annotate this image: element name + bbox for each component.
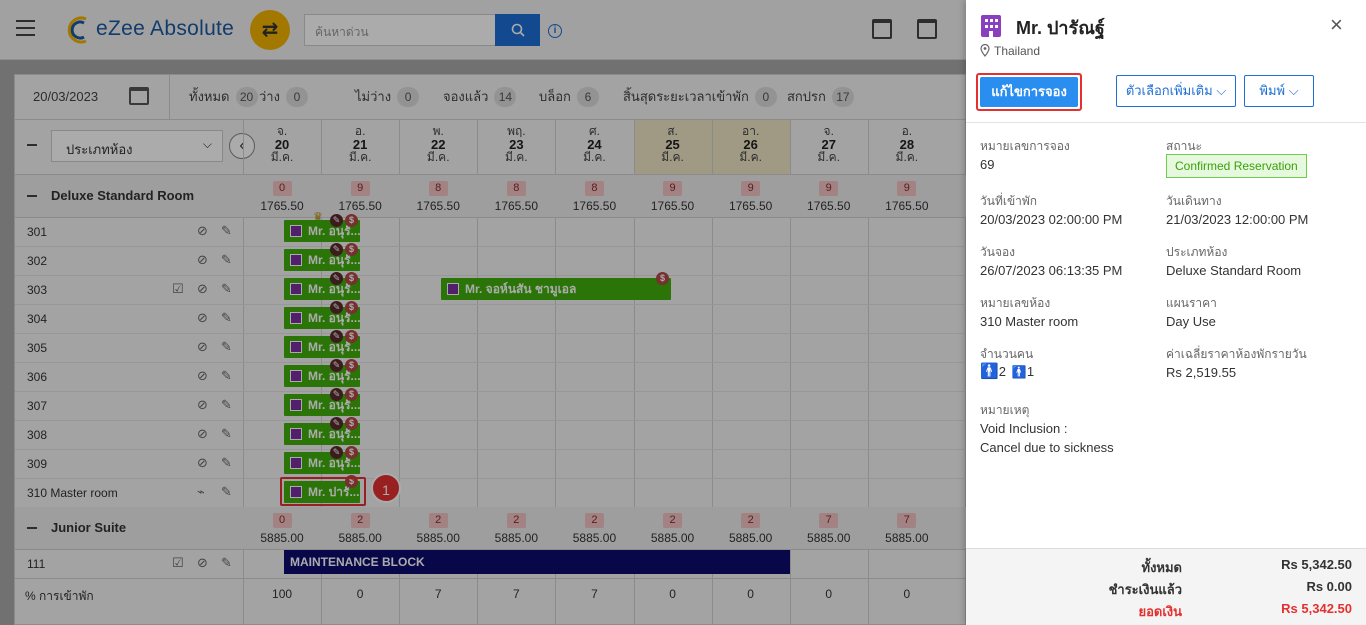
guest-count: 🚹2 🚹1: [980, 362, 1034, 380]
field-value: Deluxe Standard Room: [1166, 263, 1302, 278]
field-label: วันจอง: [980, 245, 1016, 259]
chevron-down-icon: ⌵: [1216, 83, 1227, 98]
edit-highlight: แก้ไขการจอง: [976, 73, 1082, 111]
total-value: Rs 5,342.50: [1281, 557, 1352, 572]
field-value: 69: [980, 157, 995, 172]
remark-line: Cancel due to sickness: [980, 440, 1114, 455]
field-label: ค่าเฉลี่ยราคาห้องพักรายวัน: [1166, 347, 1307, 361]
location-pin-icon: [980, 44, 990, 57]
field-value: 310 Master room: [980, 314, 1079, 329]
field-label: วันเดินทาง: [1166, 194, 1222, 208]
chevron-down-icon: ⌵: [1288, 83, 1299, 98]
field-label: ประเภทห้อง: [1166, 245, 1228, 259]
adult-count: 2: [998, 364, 1006, 379]
child-count: 1: [1026, 364, 1035, 379]
edit-reservation-button[interactable]: แก้ไขการจอง: [980, 77, 1078, 107]
divider: [966, 122, 1366, 123]
field-value: 20/03/2023 02:00:00 PM: [980, 212, 1123, 227]
field-label: แผนราคา: [1166, 296, 1217, 310]
guest-name: Mr. ปารัณฐ์: [1016, 18, 1105, 38]
field-value: 21/03/2023 12:00:00 PM: [1166, 212, 1309, 227]
field-value: Rs 2,519.55: [1166, 365, 1237, 380]
remark-line: Void Inclusion :: [980, 421, 1068, 436]
field-value: 26/07/2023 06:13:35 PM: [980, 263, 1123, 278]
print-button[interactable]: พิมพ์ ⌵: [1244, 75, 1314, 107]
field-label: หมายเลขห้อง: [980, 296, 1051, 310]
total-label: ชำระเงินแล้ว: [1108, 582, 1182, 597]
reservation-detail-panel: Mr. ปารัณฐ์ × Thailand แก้ไขการจอง ตัวเล…: [966, 0, 1366, 625]
adult-icon: 🚹: [980, 363, 999, 380]
total-label: ยอดเงิน: [1138, 604, 1182, 619]
remark-label: หมายเหตุ: [980, 403, 1030, 417]
more-options-button[interactable]: ตัวเลือกเพิ่มเติม ⌵: [1116, 75, 1236, 107]
close-icon[interactable]: ×: [1330, 14, 1343, 36]
total-label: ทั้งหมด: [1141, 560, 1183, 575]
status-badge: Confirmed Reservation: [1166, 154, 1307, 178]
building-icon: [981, 15, 1001, 37]
guest-country: Thailand: [994, 44, 1041, 58]
print-label: พิมพ์: [1259, 83, 1286, 98]
field-label: วันที่เข้าพัก: [980, 194, 1038, 208]
field-label: หมายเลขการจอง: [980, 139, 1070, 153]
modal-overlay[interactable]: [0, 0, 966, 625]
total-value: Rs 5,342.50: [1281, 601, 1352, 616]
field-value: Day Use: [1166, 314, 1216, 329]
child-icon: 🚹: [1011, 365, 1027, 379]
more-options-label: ตัวเลือกเพิ่มเติม: [1125, 83, 1213, 98]
total-value: Rs 0.00: [1306, 579, 1352, 594]
